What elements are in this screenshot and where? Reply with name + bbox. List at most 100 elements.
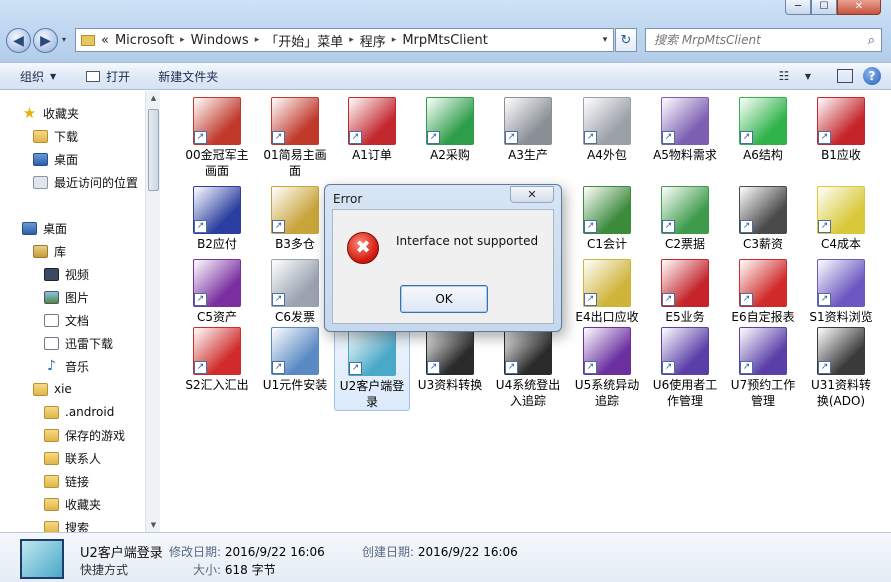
nav-favorites[interactable]: ★ 收藏夹 xyxy=(22,103,79,123)
address-dropdown[interactable]: ▾ xyxy=(597,35,613,45)
nav-label: 迅雷下载 xyxy=(65,336,114,351)
file-shortcut[interactable]: ↗ A2采购 xyxy=(412,97,488,163)
search-box[interactable]: ⌕ xyxy=(645,28,882,52)
address-bar[interactable]: « Microsoft ▸ Windows ▸ 「开始」菜单 ▸ 程序 ▸ Mr… xyxy=(75,28,614,52)
file-label: A5物料需求 xyxy=(653,148,717,162)
change-view-icon[interactable]: ☷ xyxy=(775,67,793,85)
file-shortcut[interactable]: ↗ A5物料需求 xyxy=(647,97,723,163)
nav-saved-games[interactable]: 保存的游戏 xyxy=(44,425,125,445)
forward-button[interactable]: ▶ xyxy=(33,28,58,53)
file-shortcut[interactable]: ↗ A6结构 xyxy=(725,97,801,163)
created-label: 创建日期: xyxy=(362,545,415,559)
file-shortcut[interactable]: ↗ E6自定报表 xyxy=(725,259,801,325)
close-window-button[interactable]: ✕ xyxy=(837,0,881,15)
file-label: U31资料转换(ADO) xyxy=(810,378,872,408)
nav-label: 文档 xyxy=(65,313,90,328)
breadcrumb-programs[interactable]: 程序 xyxy=(354,31,392,50)
sidebar-scrollbar[interactable]: ▲ ▼ xyxy=(145,91,160,532)
nav-user-xie[interactable]: xie xyxy=(33,379,72,399)
nav-recent-places[interactable]: 最近访问的位置 xyxy=(33,172,138,192)
shortcut-arrow-icon: ↗ xyxy=(349,362,362,375)
preview-pane-icon[interactable] xyxy=(837,69,853,83)
file-shortcut[interactable]: ↗ E4出口应收 xyxy=(569,259,645,325)
organize-menu[interactable]: 组织 ▼ xyxy=(0,62,66,90)
file-shortcut[interactable]: ↗ A3生产 xyxy=(490,97,566,163)
file-shortcut[interactable]: ↗ U7预约工作管理 xyxy=(725,327,801,409)
file-shortcut[interactable]: ↗ A1订单 xyxy=(334,97,410,163)
breadcrumb-microsoft[interactable]: Microsoft xyxy=(109,33,180,48)
back-button[interactable]: ◀ xyxy=(6,28,31,53)
nav-favorites-folder[interactable]: 收藏夹 xyxy=(44,494,101,514)
search-input[interactable] xyxy=(654,33,854,47)
nav-videos[interactable]: 视频 xyxy=(44,264,89,284)
nav-contacts[interactable]: 联系人 xyxy=(44,448,101,468)
nav-xunlei[interactable]: 迅雷下载 xyxy=(44,333,113,353)
nav-documents[interactable]: 文档 xyxy=(44,310,89,330)
file-shortcut[interactable]: ↗ S1资料浏览 xyxy=(803,259,879,325)
desktop-icon xyxy=(22,221,37,235)
nav-desktop-root[interactable]: 桌面 xyxy=(22,218,67,238)
file-label: A1订单 xyxy=(352,148,392,162)
refresh-button[interactable]: ↻ xyxy=(615,28,637,52)
file-shortcut[interactable]: ↗ U6使用者工作管理 xyxy=(647,327,723,409)
picture-icon xyxy=(44,290,59,304)
file-shortcut[interactable]: ↗ 01简易主画面 xyxy=(257,97,333,179)
organize-label: 组织 xyxy=(20,69,45,84)
program-icon: ↗ xyxy=(817,327,865,375)
scroll-up-icon[interactable]: ▲ xyxy=(146,91,161,105)
file-shortcut[interactable]: ↗ U5系统异动追踪 xyxy=(569,327,645,409)
nav-links[interactable]: 链接 xyxy=(44,471,89,491)
file-shortcut[interactable]: ↗ U1元件安装 xyxy=(257,327,333,393)
file-shortcut[interactable]: ↗ B3多仓 xyxy=(257,186,333,252)
ok-button[interactable]: OK xyxy=(400,285,488,313)
program-icon: ↗ xyxy=(739,97,787,145)
shortcut-arrow-icon: ↗ xyxy=(194,293,207,306)
shortcut-arrow-icon: ↗ xyxy=(272,131,285,144)
chevron-down-icon: ▼ xyxy=(50,71,57,81)
nav-android[interactable]: .android xyxy=(44,402,114,422)
search-icon[interactable]: ⌕ xyxy=(868,33,875,48)
file-shortcut[interactable]: ↗ C2票据 xyxy=(647,186,723,252)
minimize-button[interactable]: ─ xyxy=(785,0,811,15)
program-icon: ↗ xyxy=(583,97,631,145)
overflow-chevron[interactable]: « xyxy=(101,33,109,48)
file-shortcut[interactable]: ↗ B2应付 xyxy=(179,186,255,252)
file-label: A6结构 xyxy=(743,148,783,162)
new-folder-button[interactable]: 新建文件夹 xyxy=(140,62,228,90)
breadcrumb-start-menu[interactable]: 「开始」菜单 xyxy=(259,31,349,50)
view-dropdown[interactable]: ▼ xyxy=(803,67,813,85)
file-shortcut[interactable]: ↗ U31资料转换(ADO) xyxy=(803,327,879,409)
download-library-icon xyxy=(44,336,59,350)
file-shortcut[interactable]: ↗ C6发票 xyxy=(257,259,333,325)
file-shortcut[interactable]: ↗ U4系统登出入追踪 xyxy=(490,327,566,409)
file-shortcut[interactable]: ↗ E5业务 xyxy=(647,259,723,325)
nav-music[interactable]: ♪ 音乐 xyxy=(44,356,89,376)
help-icon[interactable]: ? xyxy=(863,67,881,85)
file-shortcut[interactable]: ↗ C5资产 xyxy=(179,259,255,325)
nav-pictures[interactable]: 图片 xyxy=(44,287,89,307)
maximize-button[interactable]: ☐ xyxy=(811,0,837,15)
recent-pages-dropdown[interactable]: ▾ xyxy=(62,35,66,44)
nav-searches[interactable]: 搜索 xyxy=(44,517,89,532)
dialog-close-button[interactable]: ✕ xyxy=(510,186,554,203)
file-shortcut[interactable]: ↗ S2汇入汇出 xyxy=(179,327,255,393)
file-shortcut[interactable]: ↗ U3资料转换 xyxy=(412,327,488,393)
file-shortcut[interactable]: ↗ 00金冠军主画面 xyxy=(179,97,255,179)
scroll-thumb[interactable] xyxy=(148,109,159,191)
breadcrumb-mrpmtsclient[interactable]: MrpMtsClient xyxy=(396,33,494,48)
scroll-down-icon[interactable]: ▼ xyxy=(146,518,161,532)
file-shortcut[interactable]: ↗ A4外包 xyxy=(569,97,645,163)
file-shortcut[interactable]: ↗ C1会计 xyxy=(569,186,645,252)
folder-icon xyxy=(33,129,48,143)
nav-libraries[interactable]: 库 xyxy=(33,241,66,261)
nav-downloads[interactable]: 下载 xyxy=(33,126,78,146)
file-shortcut[interactable]: ↗ C4成本 xyxy=(803,186,879,252)
selected-item-name: U2客户端登录 xyxy=(80,546,163,561)
file-shortcut[interactable]: ↗ U2客户端登录 xyxy=(334,327,410,411)
breadcrumb-windows[interactable]: Windows xyxy=(185,33,255,48)
open-button[interactable]: 打开 xyxy=(66,62,140,90)
file-shortcut[interactable]: ↗ C3薪资 xyxy=(725,186,801,252)
file-shortcut[interactable]: ↗ B1应收 xyxy=(803,97,879,163)
nav-desktop[interactable]: 桌面 xyxy=(33,149,78,169)
file-label: C1会计 xyxy=(586,237,627,251)
